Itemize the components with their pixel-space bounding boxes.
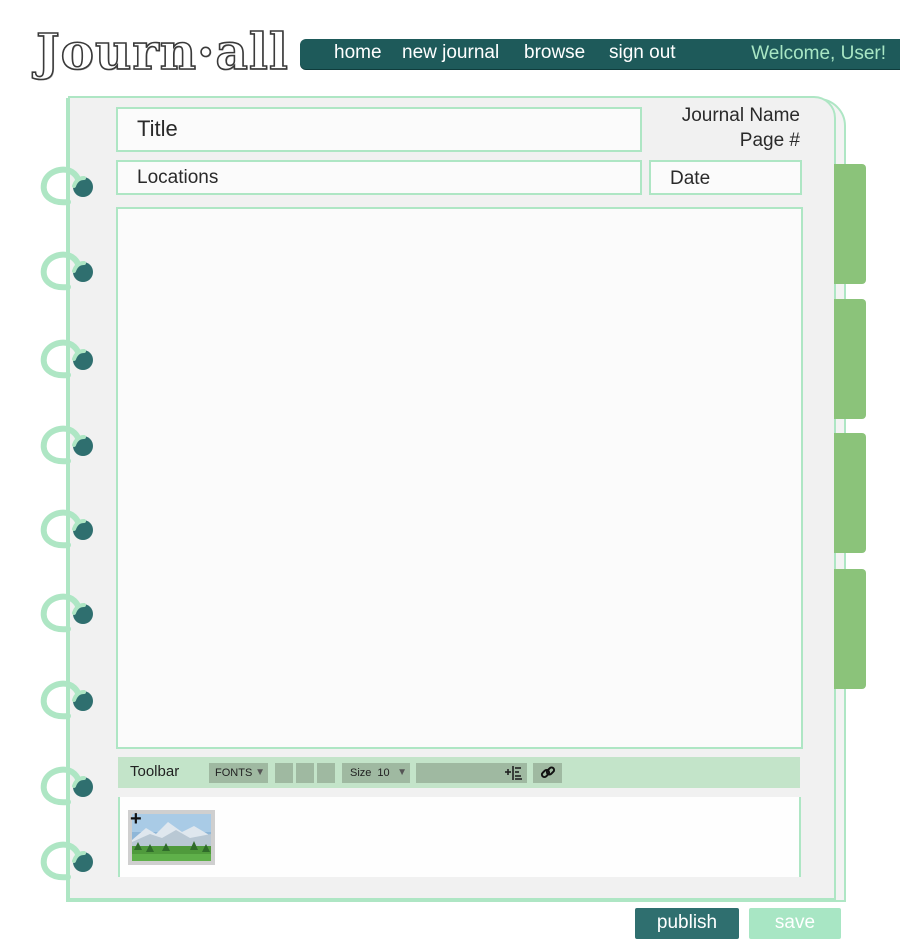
image-attachment-thumbnail[interactable]: + bbox=[128, 809, 215, 865]
spiral-ring-icon bbox=[40, 339, 93, 379]
alignment-control[interactable] bbox=[416, 763, 527, 783]
link-icon bbox=[540, 766, 556, 779]
top-nav: home new journal browse sign out Welcome… bbox=[300, 39, 900, 69]
spiral-ring-icon bbox=[40, 841, 93, 881]
journal-name-label: Journal Name bbox=[681, 105, 800, 126]
publish-button[interactable]: publish bbox=[635, 908, 739, 939]
bold-button[interactable] bbox=[275, 763, 293, 783]
section-tab-4[interactable] bbox=[834, 569, 866, 689]
nav-browse[interactable]: browse bbox=[524, 39, 585, 69]
journal-meta: Journal Name Page # bbox=[682, 103, 800, 153]
size-select-value: 10 bbox=[377, 767, 390, 779]
nav-new-journal[interactable]: new journal bbox=[402, 39, 499, 69]
section-tab-3[interactable] bbox=[834, 433, 866, 553]
section-tab-2[interactable] bbox=[834, 299, 866, 419]
toolbar-label: Toolbar bbox=[130, 763, 180, 780]
font-select[interactable]: FONTS ▼ bbox=[209, 763, 268, 783]
spiral-ring-icon bbox=[40, 166, 93, 206]
locations-input[interactable]: Locations bbox=[116, 160, 642, 195]
dropdown-caret-icon: ▼ bbox=[397, 767, 407, 778]
app-logo[interactable]: Journ·all bbox=[35, 21, 289, 82]
spiral-ring-icon bbox=[40, 766, 93, 806]
underline-button[interactable] bbox=[317, 763, 335, 783]
spiral-ring-icon bbox=[40, 425, 93, 465]
section-tab-1[interactable] bbox=[834, 164, 866, 284]
spiral-ring-icon bbox=[40, 509, 93, 549]
landscape-image bbox=[132, 814, 211, 861]
insert-link-button[interactable] bbox=[533, 763, 562, 783]
dropdown-caret-icon: ▼ bbox=[255, 767, 265, 778]
size-select-label: Size bbox=[350, 767, 372, 779]
font-select-label: FONTS bbox=[215, 767, 253, 779]
nav-home[interactable]: home bbox=[334, 39, 382, 69]
formatting-toolbar: Toolbar FONTS ▼ Size 10 ▼ bbox=[118, 757, 800, 788]
italic-button[interactable] bbox=[296, 763, 314, 783]
spiral-ring-icon bbox=[40, 251, 93, 291]
save-button[interactable]: save bbox=[749, 908, 841, 939]
page-number-label: Page # bbox=[739, 130, 800, 151]
welcome-message: Welcome, User! bbox=[751, 43, 886, 64]
title-input[interactable]: Title bbox=[116, 107, 642, 152]
journal-body-editor[interactable] bbox=[116, 207, 803, 749]
add-icon[interactable]: + bbox=[130, 809, 142, 829]
indent-icon bbox=[505, 766, 522, 780]
spiral-ring-icon bbox=[40, 593, 93, 633]
spiral-ring-icon bbox=[40, 680, 93, 720]
date-input[interactable]: Date bbox=[649, 160, 802, 195]
nav-sign-out[interactable]: sign out bbox=[609, 39, 676, 69]
attachments-panel bbox=[118, 797, 801, 877]
size-select[interactable]: Size 10 ▼ bbox=[342, 763, 410, 783]
